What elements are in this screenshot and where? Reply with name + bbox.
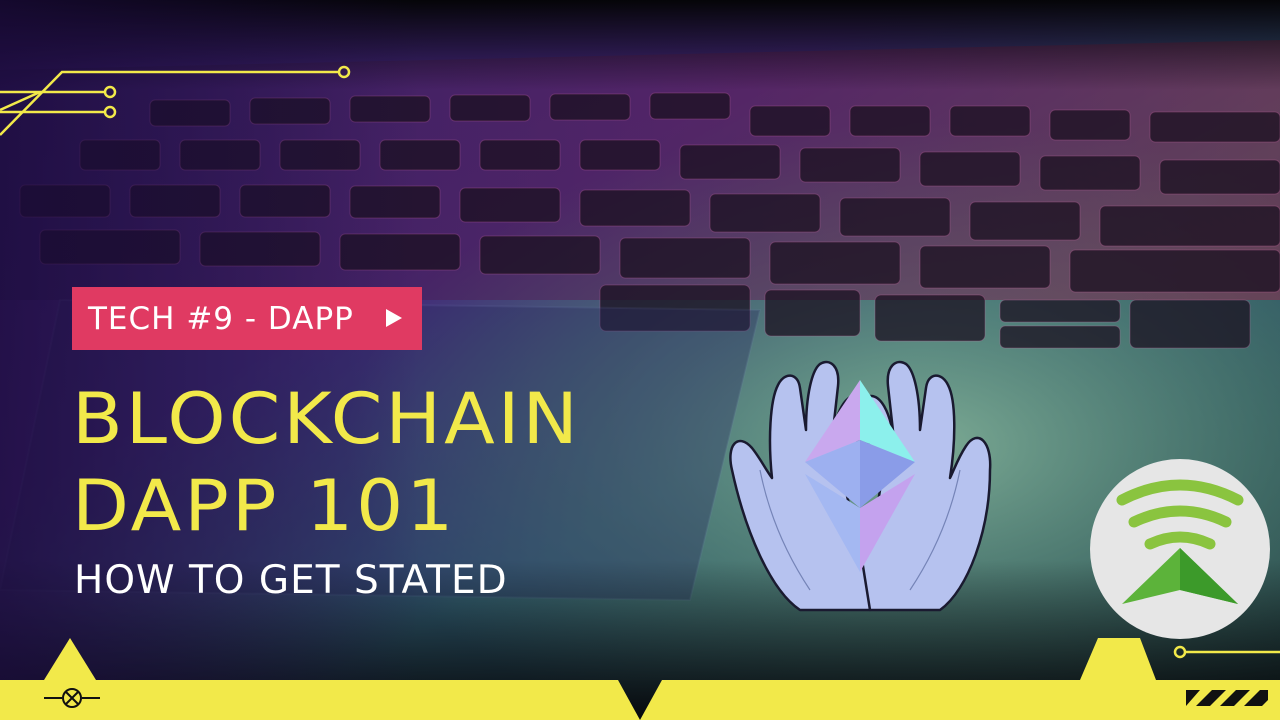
thumbnail: TECH #9 - DAPP BLOCKCHAIN DAPP 101 HOW T… — [0, 0, 1280, 720]
keyboard-background — [0, 0, 1280, 720]
subtitle: HOW TO GET STATED — [74, 558, 508, 603]
badge-label: TECH #9 - DAPP — [88, 300, 354, 337]
play-arrow-icon — [386, 309, 402, 327]
title-line-2: DAPP 101 — [72, 465, 457, 547]
category-badge: TECH #9 - DAPP — [72, 287, 422, 350]
title-line-1: BLOCKCHAIN — [72, 378, 581, 460]
